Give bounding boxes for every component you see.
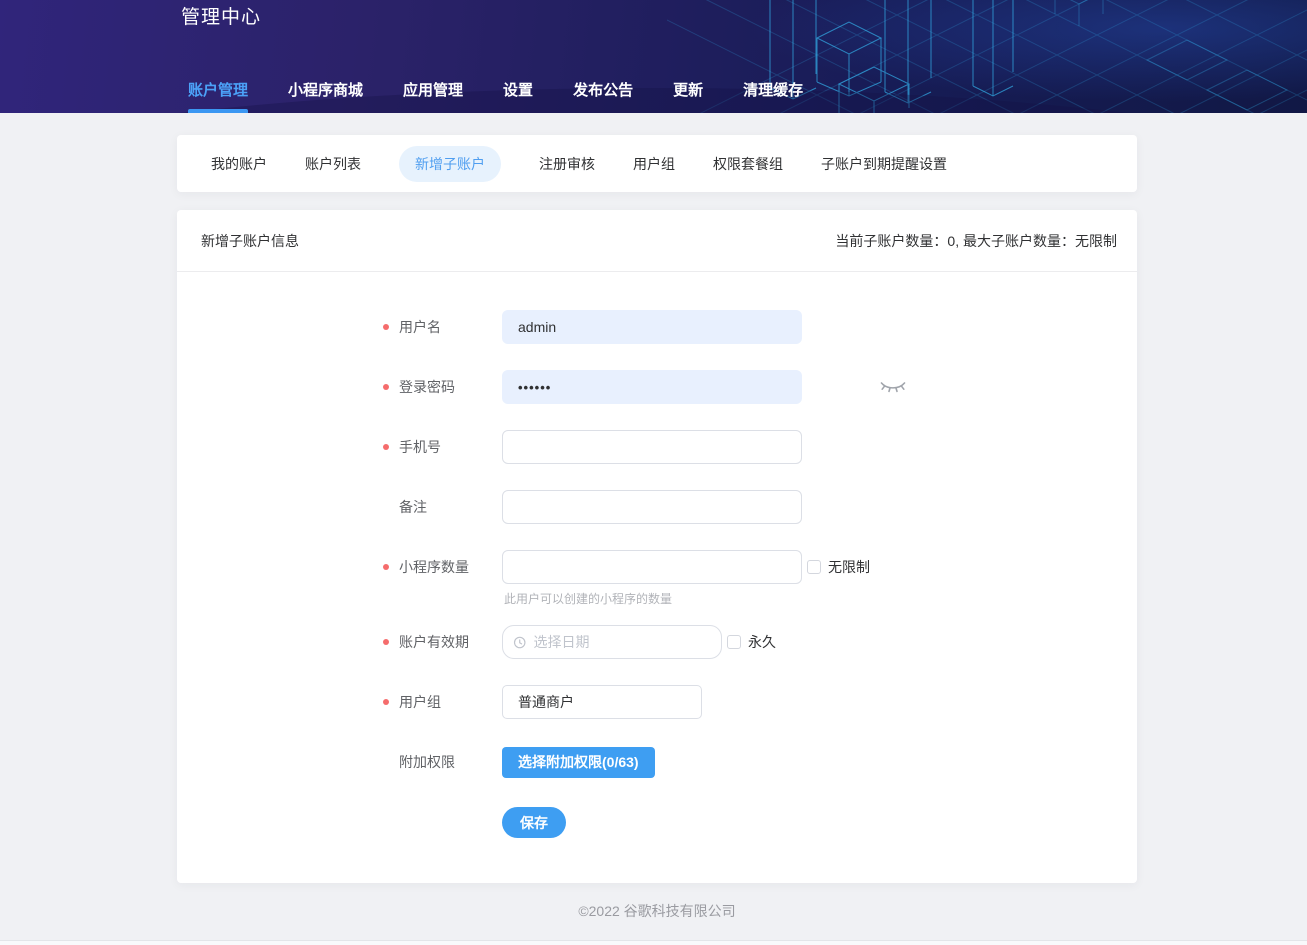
miniapp-count-label-col: 小程序数量: [177, 550, 502, 584]
save-button[interactable]: 保存: [502, 807, 566, 838]
app-header: 管理中心 账户管理 小程序商城 应用管理 设置 发布公告 更新 清理缓存: [0, 0, 1307, 113]
user-group-select[interactable]: 普通商户: [502, 685, 702, 719]
phone-label: 手机号: [399, 437, 441, 457]
save-row: 保存: [177, 807, 1137, 838]
subnav-my-account[interactable]: 我的账户: [211, 146, 267, 182]
validity-label: 账户有效期: [399, 632, 469, 652]
form-row-password: 登录密码: [177, 370, 1137, 404]
nav-tab-clear-cache[interactable]: 清理缓存: [743, 71, 803, 113]
main-content: 我的账户 账户列表 新增子账户 注册审核 用户组 权限套餐组 子账户到期提醒设置…: [177, 135, 1137, 921]
subnav-registration-review[interactable]: 注册审核: [539, 146, 595, 182]
bottom-divider-strip: [0, 940, 1307, 945]
subnav-add-subaccount[interactable]: 新增子账户: [399, 146, 501, 182]
user-group-label-col: 用户组: [177, 685, 502, 719]
user-group-label: 用户组: [399, 692, 441, 712]
subnav-permission-package-group[interactable]: 权限套餐组: [713, 146, 783, 182]
form-row-phone: 手机号: [177, 430, 1137, 464]
page-title: 管理中心: [181, 2, 261, 29]
user-group-selected-value: 普通商户: [518, 692, 574, 712]
select-extra-permissions-button[interactable]: 选择附加权限(0/63): [502, 747, 655, 778]
nav-tab-update[interactable]: 更新: [673, 71, 703, 113]
form-body: 用户名 登录密码: [177, 272, 1137, 838]
username-label: 用户名: [399, 317, 441, 337]
nav-tab-announcements[interactable]: 发布公告: [573, 71, 633, 113]
miniapp-count-helper: 此用户可以创建的小程序的数量: [502, 591, 870, 607]
remark-label: 备注: [399, 497, 427, 517]
nav-tab-account-management[interactable]: 账户管理: [188, 71, 248, 113]
toggle-password-visibility[interactable]: [879, 378, 907, 396]
subaccount-stats: 当前子账户数量：0, 最大子账户数量：无限制: [835, 231, 1117, 251]
validity-date-picker[interactable]: [502, 625, 722, 659]
username-label-col: 用户名: [177, 310, 502, 344]
password-input[interactable]: [502, 370, 802, 404]
validity-date-input[interactable]: [533, 634, 711, 650]
remark-label-col: 备注: [177, 490, 502, 524]
validity-label-col: 账户有效期: [177, 625, 502, 659]
form-row-username: 用户名: [177, 310, 1137, 344]
required-dot: [383, 444, 389, 450]
form-row-user-group: 用户组 普通商户: [177, 685, 1137, 719]
miniapp-count-label: 小程序数量: [399, 557, 469, 577]
card-title: 新增子账户信息: [201, 231, 299, 251]
clock-icon: [513, 635, 526, 650]
page: 管理中心 账户管理 小程序商城 应用管理 设置 发布公告 更新 清理缓存 我的账…: [0, 0, 1307, 921]
form-row-miniapp-count: 小程序数量 无限制 此用户可以创建的小程序的数量: [177, 550, 1137, 607]
copyright-footer: ©2022 谷歌科技有限公司: [177, 901, 1137, 921]
main-nav: 账户管理 小程序商城 应用管理 设置 发布公告 更新 清理缓存: [188, 71, 803, 113]
subnav-subaccount-expiry-reminder[interactable]: 子账户到期提醒设置: [821, 146, 947, 182]
permanent-checkbox-label[interactable]: 永久: [748, 632, 776, 652]
form-row-extra-permissions: 附加权限 选择附加权限(0/63): [177, 745, 1137, 779]
miniapp-count-line: 无限制: [502, 550, 870, 584]
unlimited-checkbox-label[interactable]: 无限制: [828, 557, 870, 577]
password-label: 登录密码: [399, 377, 455, 397]
card-header: 新增子账户信息 当前子账户数量：0, 最大子账户数量：无限制: [177, 210, 1137, 272]
nav-tab-miniapp-store[interactable]: 小程序商城: [288, 71, 363, 113]
miniapp-count-input[interactable]: [502, 550, 802, 584]
required-dot: [383, 639, 389, 645]
miniapp-count-stack: 无限制 此用户可以创建的小程序的数量: [502, 550, 870, 607]
nav-tab-app-management[interactable]: 应用管理: [403, 71, 463, 113]
subnav-card: 我的账户 账户列表 新增子账户 注册审核 用户组 权限套餐组 子账户到期提醒设置: [177, 135, 1137, 192]
required-dot: [383, 324, 389, 330]
remark-input[interactable]: [502, 490, 802, 524]
required-dot: [383, 384, 389, 390]
required-dot: [383, 699, 389, 705]
form-row-remark: 备注: [177, 490, 1137, 524]
form-row-validity: 账户有效期 永久: [177, 625, 1137, 659]
subnav-account-list[interactable]: 账户列表: [305, 146, 361, 182]
password-label-col: 登录密码: [177, 370, 502, 404]
extra-permissions-label-col: 附加权限: [177, 745, 502, 779]
extra-permissions-label: 附加权限: [399, 752, 455, 772]
add-subaccount-form-card: 新增子账户信息 当前子账户数量：0, 最大子账户数量：无限制 用户名 登: [177, 210, 1137, 883]
permanent-checkbox[interactable]: [727, 635, 741, 649]
subnav-user-group[interactable]: 用户组: [633, 146, 675, 182]
phone-input[interactable]: [502, 430, 802, 464]
unlimited-checkbox[interactable]: [807, 560, 821, 574]
username-input[interactable]: [502, 310, 802, 344]
nav-tab-settings[interactable]: 设置: [503, 71, 533, 113]
eye-closed-icon: [879, 378, 907, 396]
required-dot: [383, 564, 389, 570]
phone-label-col: 手机号: [177, 430, 502, 464]
